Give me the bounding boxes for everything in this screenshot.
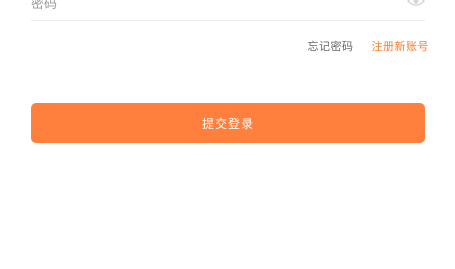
submit-login-button[interactable]: 提交登录 [31,103,425,143]
auth-links: 忘记密码 注册新账号 [308,36,430,56]
register-link[interactable]: 注册新账号 [372,38,430,54]
eye-icon[interactable] [407,0,425,7]
password-field[interactable] [31,0,381,16]
forgot-password-link[interactable]: 忘记密码 [308,38,354,54]
password-row [31,0,425,21]
login-screen: 忘记密码 注册新账号 提交登录 [0,0,455,269]
